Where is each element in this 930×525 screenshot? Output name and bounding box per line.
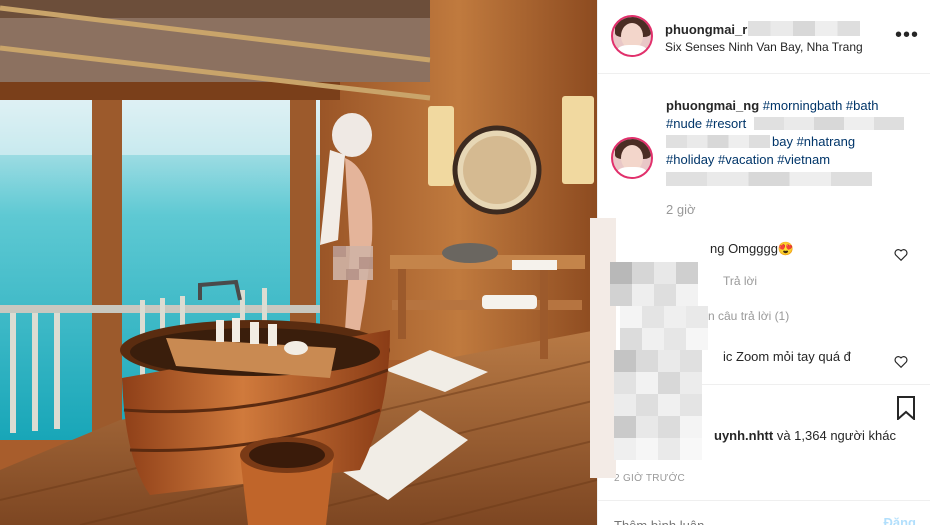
caption-hashtags-2[interactable]: #nude #resort bbox=[666, 116, 746, 131]
caption-username[interactable]: phuongmai_ng bbox=[666, 98, 759, 113]
heart-icon[interactable] bbox=[894, 355, 908, 369]
comment-text: ic Zoom mỏi tay quá đ bbox=[723, 349, 851, 364]
caption-time[interactable]: 2 giờ bbox=[666, 202, 696, 217]
caption-hashtags-3[interactable]: bay #nhatrang bbox=[772, 134, 855, 149]
header-username[interactable]: phuongmai_r bbox=[665, 22, 747, 37]
redacted-username-blur bbox=[748, 21, 860, 36]
post-caption: phuongmai_ng #morningbath #bath #nude #r… bbox=[666, 97, 916, 187]
comment-text: ng Omgggg😍 bbox=[710, 241, 795, 256]
likes-username[interactable]: uynh.nhtt bbox=[714, 428, 773, 443]
heart-icon[interactable] bbox=[894, 248, 908, 262]
post-header: phuongmai_r Six Senses Ninh Van Bay, Nha… bbox=[598, 0, 930, 74]
more-options-icon[interactable]: ••• bbox=[895, 25, 919, 45]
avatar[interactable] bbox=[611, 15, 653, 57]
reply-link[interactable]: Trả lời bbox=[723, 274, 757, 288]
caption-avatar[interactable] bbox=[611, 137, 653, 179]
post-photo[interactable] bbox=[0, 0, 597, 525]
redacted-comments-mosaic bbox=[590, 218, 722, 478]
divider bbox=[598, 500, 930, 501]
bookmark-icon[interactable] bbox=[896, 396, 916, 420]
likes-count: và 1,364 người khác bbox=[773, 428, 896, 443]
post-button[interactable]: Đăng bbox=[884, 515, 917, 525]
likes-summary[interactable]: uynh.nhtt và 1,364 người khác bbox=[714, 428, 896, 443]
add-comment-input[interactable] bbox=[614, 515, 844, 525]
caption-hashtags-1[interactable]: #morningbath #bath bbox=[763, 98, 879, 113]
redacted-caption-blur bbox=[666, 172, 872, 186]
caption-hashtags-4[interactable]: #holiday #vacation #vietnam bbox=[666, 152, 830, 167]
redacted-caption-blur bbox=[754, 117, 904, 130]
redacted-caption-blur bbox=[666, 135, 770, 148]
bathroom-photo-illustration bbox=[0, 0, 597, 525]
post-location[interactable]: Six Senses Ninh Van Bay, Nha Trang bbox=[665, 40, 863, 54]
